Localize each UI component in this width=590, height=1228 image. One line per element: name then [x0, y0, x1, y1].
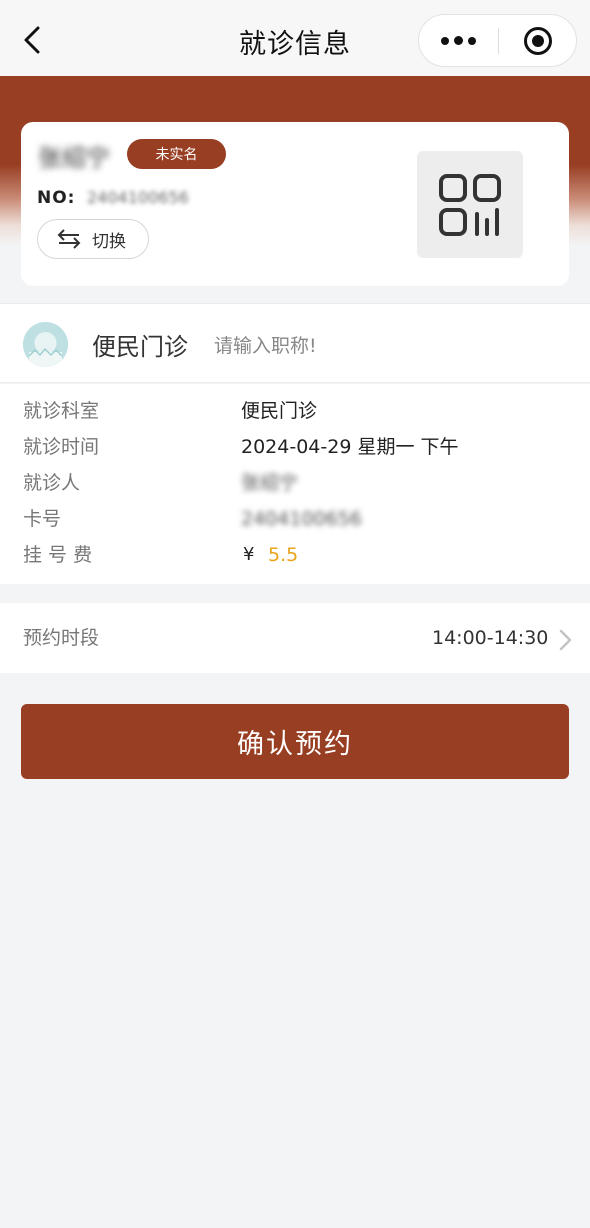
info-row-patient: 就诊人 张绍宁 [0, 465, 590, 501]
department-value: 便民门诊 [241, 400, 318, 422]
patient-value: 张绍宁 [241, 472, 299, 494]
doctor-title: 请输入职称! [214, 335, 317, 357]
info-row-card: 卡号 2404100656 [0, 501, 590, 537]
patient-card: 张绍宁 未实名 NO: 2404100656 切换 [21, 122, 569, 286]
close-miniapp-button[interactable] [499, 15, 577, 66]
card-no-value: 2404100656 [87, 188, 189, 207]
card-number-value: 2404100656 [241, 508, 362, 530]
time-slot-value: 14:00-14:30 [432, 627, 549, 649]
switch-patient-button[interactable]: 切换 [37, 219, 149, 259]
more-button[interactable] [419, 15, 498, 66]
visit-time-label: 就诊时间 [23, 436, 100, 458]
currency-symbol: ¥ [243, 544, 255, 565]
close-miniapp-icon [524, 26, 552, 55]
doctor-name: 便民门诊 [92, 333, 188, 361]
realname-status-badge[interactable]: 未实名 [127, 139, 226, 169]
patient-label: 就诊人 [23, 472, 81, 494]
navigation-bar: 就诊信息 [0, 0, 590, 76]
card-number-label: 卡号 [23, 508, 62, 530]
switch-icon [57, 229, 81, 249]
qrcode-icon [439, 173, 501, 236]
fee-amount: 5.5 [268, 544, 299, 566]
patient-name: 张绍宁 [38, 144, 110, 172]
more-icon [441, 36, 449, 45]
confirm-appointment-button[interactable]: 确认预约 [21, 704, 569, 779]
doctor-row: 便民门诊 请输入职称! [0, 303, 590, 383]
doctor-avatar [23, 322, 68, 367]
department-label: 就诊科室 [23, 400, 100, 422]
visit-info: 就诊科室 便民门诊 就诊时间 2024-04-29 星期一 下午 就诊人 张绍宁… [0, 384, 590, 584]
info-row-fee: 挂 号 费 ¥ 5.5 [0, 537, 590, 573]
info-row-department: 就诊科室 便民门诊 [0, 393, 590, 429]
visit-time-value: 2024-04-29 星期一 下午 [241, 436, 459, 458]
miniapp-capsule [418, 14, 577, 67]
time-slot-row[interactable]: 预约时段 14:00-14:30 [0, 603, 590, 673]
card-no-label: NO: [37, 188, 76, 208]
info-row-time: 就诊时间 2024-04-29 星期一 下午 [0, 429, 590, 465]
time-slot-label: 预约时段 [23, 627, 100, 649]
chevron-right-icon [559, 629, 572, 651]
fee-label: 挂 号 费 [23, 544, 93, 566]
switch-label: 切换 [92, 231, 126, 252]
qrcode-button[interactable] [417, 151, 523, 258]
